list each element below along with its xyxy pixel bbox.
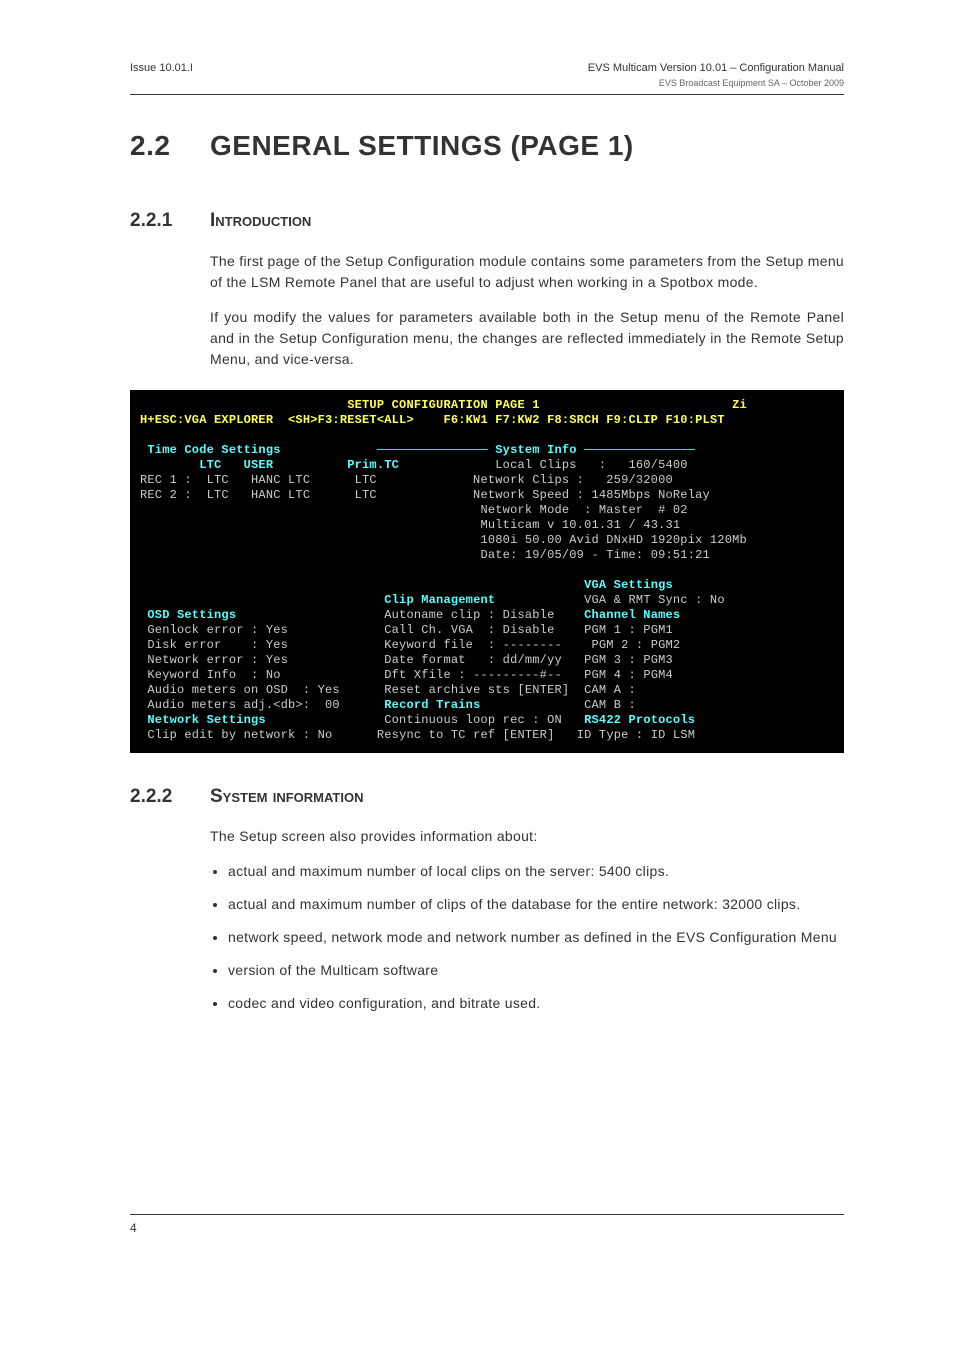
header-rule: [130, 94, 844, 95]
intro-p2: If you modify the values for parameters …: [210, 307, 844, 370]
subsection-intro-num: 2.2.1: [130, 207, 210, 236]
term-clip-l6: Reset archive sts [ENTER]: [384, 683, 569, 697]
term-rec-l1: Continuous loop rec : ON: [384, 713, 562, 727]
term-osd-l6: Audio meters adj.<db>: 00: [140, 698, 340, 712]
term-vga-heading: VGA Settings: [584, 578, 673, 592]
term-chan-l3: PGM 3 : PGM3: [584, 653, 673, 667]
page-header: Issue 10.01.I EVS Multicam Version 10.01…: [130, 60, 844, 90]
term-sys-l1: Local Clips : 160/5400: [399, 458, 688, 472]
sysinfo-b2: actual and maximum number of clips of th…: [228, 894, 844, 915]
term-sys-l4: Network Mode : Master # 02: [384, 503, 687, 517]
term-osd-heading: OSD Settings: [140, 608, 236, 622]
term-sys-l2: Network Clips : 259/32000: [377, 473, 673, 487]
header-right-block: EVS Multicam Version 10.01 – Configurati…: [588, 60, 844, 90]
term-title: SETUP CONFIGURATION PAGE 1: [140, 398, 540, 412]
term-sys-l3: Network Speed : 1485Mbps NoRelay: [377, 488, 710, 502]
term-net-l1: Clip edit by network : No: [140, 728, 332, 742]
term-osd-l2: Disk error : Yes: [140, 638, 288, 652]
term-tc-r1: REC 1 : LTC HANC LTC LTC: [140, 473, 377, 487]
intro-body: The first page of the Setup Configuratio…: [210, 251, 844, 370]
term-osd-l1: Genlock error : Yes: [140, 623, 288, 637]
term-rec-l2: Resync to TC ref [ENTER]: [377, 728, 555, 742]
section-number: 2.2: [130, 125, 210, 167]
sysinfo-body: The Setup screen also provides informati…: [210, 826, 844, 1014]
term-sys-pre: ───────────────: [281, 443, 496, 457]
term-sys-l7: Date: 19/05/09 - Time: 09:51:21: [384, 548, 710, 562]
terminal-screenshot: SETUP CONFIGURATION PAGE 1 Zi H+ESC:VGA …: [130, 390, 844, 753]
header-sub: EVS Broadcast Equipment SA – October 200…: [588, 77, 844, 91]
term-clip-l2: Call Ch. VGA : Disable: [384, 623, 554, 637]
subsection-sysinfo-text: System information: [210, 786, 363, 807]
page-number: 4: [130, 1221, 137, 1235]
section-text: GENERAL SETTINGS (PAGE 1): [210, 130, 634, 161]
sysinfo-intro: The Setup screen also provides informati…: [210, 826, 844, 847]
term-clip-l5: Dft Xfile : ---------#--: [384, 668, 562, 682]
term-clip-l1: Autoname clip : Disable: [384, 608, 554, 622]
term-sys-l6: 1080i 50.00 Avid DNxHD 1920pix 120Mb: [384, 533, 747, 547]
footer-rule: [130, 1214, 844, 1215]
page-footer: 4: [130, 1214, 844, 1237]
sysinfo-b4: version of the Multicam software: [228, 960, 844, 981]
subsection-intro-heading: 2.2.1Introduction: [130, 207, 844, 236]
sysinfo-b3: network speed, network mode and network …: [228, 927, 844, 948]
term-chan-l1: PGM 1 : PGM1: [584, 623, 673, 637]
header-issue: Issue 10.01.I: [130, 60, 193, 90]
subsection-sysinfo-heading: 2.2.2System information: [130, 783, 844, 812]
term-sys-heading: System Info: [495, 443, 576, 457]
term-rs-heading: RS422 Protocols: [584, 713, 695, 727]
term-tc-cols: LTC USER Prim.TC: [140, 458, 399, 472]
term-clip-l4: Date format : dd/mm/yy: [384, 653, 562, 667]
term-osd-l3: Network error : Yes: [140, 653, 288, 667]
term-chan-l2: PGM 2 : PGM2: [592, 638, 681, 652]
subsection-sysinfo-num: 2.2.2: [130, 783, 210, 812]
term-clip-l3: Keyword file : --------: [384, 638, 562, 652]
term-zi: Zi: [732, 398, 747, 412]
sysinfo-list: actual and maximum number of local clips…: [210, 861, 844, 1014]
term-osd-l4: Keyword Info : No: [140, 668, 281, 682]
term-chan-l4: PGM 4 : PGM4: [584, 668, 673, 682]
intro-p1: The first page of the Setup Configuratio…: [210, 251, 844, 293]
term-osd-l5: Audio meters on OSD : Yes: [140, 683, 340, 697]
term-net-heading: Network Settings: [140, 713, 266, 727]
term-tc-heading: Time Code Settings: [140, 443, 281, 457]
sysinfo-b5: codec and video configuration, and bitra…: [228, 993, 844, 1014]
section-title: 2.2GENERAL SETTINGS (PAGE 1): [130, 125, 844, 167]
term-vga-l1: VGA & RMT Sync : No: [584, 593, 725, 607]
term-nav-left: H+ESC:VGA EXPLORER <SH>F3:RESET<ALL>: [140, 413, 414, 427]
sysinfo-b1: actual and maximum number of local clips…: [228, 861, 844, 882]
term-rec-heading: Record Trains: [384, 698, 480, 712]
term-chan-l5: CAM A :: [584, 683, 636, 697]
term-sys-l5: Multicam v 10.01.31 / 43.31: [384, 518, 680, 532]
term-tc-r2: REC 2 : LTC HANC LTC LTC: [140, 488, 377, 502]
header-main: EVS Multicam Version 10.01 – Configurati…: [588, 60, 844, 77]
subsection-intro-text: Introduction: [210, 210, 311, 231]
term-chan-heading: Channel Names: [584, 608, 680, 622]
term-clip-heading: Clip Management: [384, 593, 495, 607]
term-chan-l6: CAM B :: [584, 698, 636, 712]
term-nav-right: F6:KW1 F7:KW2 F8:SRCH F9:CLIP F10:PLST: [443, 413, 724, 427]
term-rs-l1: ID Type : ID LSM: [577, 728, 695, 742]
term-sys-post: ───────────────: [577, 443, 695, 457]
